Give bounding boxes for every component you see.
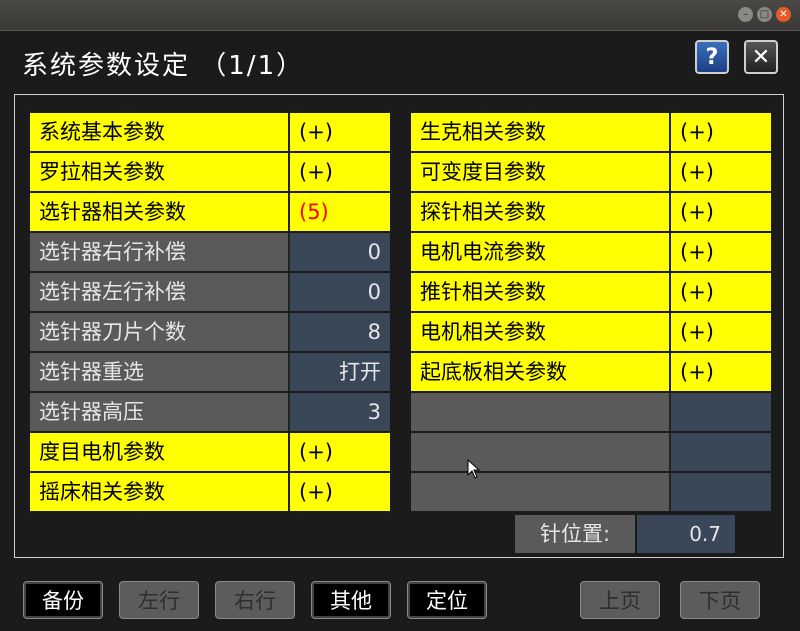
page-up-button[interactable]: 上页: [580, 581, 660, 619]
param-value: [669, 473, 771, 511]
right-param-row[interactable]: 起底板相关参数 (+): [411, 353, 771, 391]
param-value[interactable]: (+): [669, 153, 771, 191]
param-value[interactable]: 打开: [288, 353, 390, 391]
param-value[interactable]: (+): [288, 433, 390, 471]
param-label: 起底板相关参数: [411, 353, 669, 391]
needle-position-label: 针位置:: [515, 515, 635, 553]
param-value: [669, 433, 771, 471]
right-param-row[interactable]: 电机相关参数 (+): [411, 313, 771, 351]
param-value[interactable]: (+): [669, 273, 771, 311]
param-value[interactable]: (5): [288, 193, 390, 231]
param-value[interactable]: (+): [288, 473, 390, 511]
left-param-row[interactable]: 选针器刀片个数 8: [30, 313, 390, 351]
param-label: 选针器重选: [30, 353, 288, 391]
param-label: 推针相关参数: [411, 273, 669, 311]
window-close-icon[interactable]: ✕: [776, 7, 791, 22]
param-label: [411, 433, 669, 471]
param-label: [411, 393, 669, 431]
left-param-row[interactable]: 罗拉相关参数 (+): [30, 153, 390, 191]
left-param-row[interactable]: 选针器高压 3: [30, 393, 390, 431]
left-param-row[interactable]: 选针器相关参数 (5): [30, 193, 390, 231]
left-param-row[interactable]: 选针器右行补偿 0: [30, 233, 390, 271]
window-titlebar: – □ ✕: [0, 0, 800, 30]
right-param-row: [411, 393, 771, 431]
param-label: 摇床相关参数: [30, 473, 288, 511]
right-param-row[interactable]: 生克相关参数 (+): [411, 113, 771, 151]
param-value[interactable]: (+): [288, 113, 390, 151]
param-label: 选针器右行补偿: [30, 233, 288, 271]
param-label: [411, 473, 669, 511]
param-value[interactable]: 3: [288, 393, 390, 431]
move-left-button[interactable]: 左行: [119, 581, 199, 619]
other-button[interactable]: 其他: [311, 581, 391, 619]
left-param-row[interactable]: 度目电机参数 (+): [30, 433, 390, 471]
param-label: 选针器相关参数: [30, 193, 288, 231]
param-label: 度目电机参数: [30, 433, 288, 471]
param-value[interactable]: 0: [288, 233, 390, 271]
right-param-row: [411, 473, 771, 511]
left-param-row[interactable]: 选针器左行补偿 0: [30, 273, 390, 311]
page-down-button[interactable]: 下页: [680, 581, 760, 619]
param-value[interactable]: 8: [288, 313, 390, 351]
param-value[interactable]: (+): [288, 153, 390, 191]
right-param-row: [411, 433, 771, 471]
param-value[interactable]: (+): [669, 193, 771, 231]
mouse-cursor-icon: [467, 459, 481, 479]
help-icon[interactable]: ?: [695, 40, 729, 74]
param-value[interactable]: (+): [669, 313, 771, 351]
param-label: 罗拉相关参数: [30, 153, 288, 191]
param-value[interactable]: 0: [288, 273, 390, 311]
right-param-row[interactable]: 电机电流参数 (+): [411, 233, 771, 271]
param-label: 生克相关参数: [411, 113, 669, 151]
param-label: 可变度目参数: [411, 153, 669, 191]
settings-window: 系统参数设定 （1/1） ? ✕ 系统基本参数 (+) 罗拉相关参数 (+) 选针器相关…: [0, 30, 800, 631]
right-param-row[interactable]: 推针相关参数 (+): [411, 273, 771, 311]
param-value[interactable]: (+): [669, 233, 771, 271]
needle-position-value: 0.7: [637, 515, 735, 553]
param-label: 电机电流参数: [411, 233, 669, 271]
left-param-row[interactable]: 选针器重选 打开: [30, 353, 390, 391]
param-label: 选针器刀片个数: [30, 313, 288, 351]
backup-button[interactable]: 备份: [23, 581, 103, 619]
param-label: 选针器高压: [30, 393, 288, 431]
left-param-row[interactable]: 摇床相关参数 (+): [30, 473, 390, 511]
param-value[interactable]: (+): [669, 353, 771, 391]
param-value: [669, 393, 771, 431]
maximize-icon[interactable]: □: [757, 7, 772, 22]
locate-button[interactable]: 定位: [407, 581, 487, 619]
minimize-icon[interactable]: –: [738, 7, 753, 22]
close-icon[interactable]: ✕: [744, 40, 778, 74]
right-param-row[interactable]: 探针相关参数 (+): [411, 193, 771, 231]
param-label: 系统基本参数: [30, 113, 288, 151]
param-label: 电机相关参数: [411, 313, 669, 351]
param-value[interactable]: (+): [669, 113, 771, 151]
param-label: 探针相关参数: [411, 193, 669, 231]
move-right-button[interactable]: 右行: [215, 581, 295, 619]
right-param-row[interactable]: 可变度目参数 (+): [411, 153, 771, 191]
param-label: 选针器左行补偿: [30, 273, 288, 311]
left-param-row[interactable]: 系统基本参数 (+): [30, 113, 390, 151]
page-title: 系统参数设定 （1/1）: [22, 51, 305, 81]
